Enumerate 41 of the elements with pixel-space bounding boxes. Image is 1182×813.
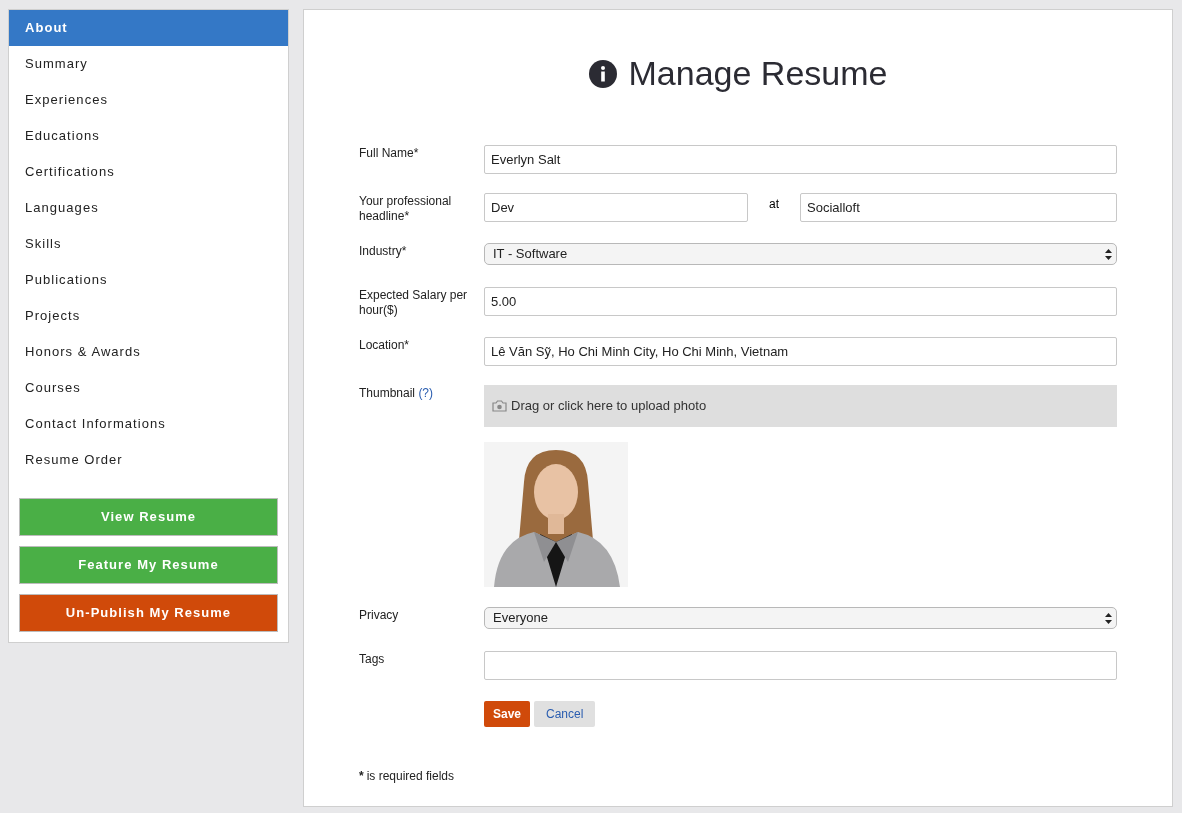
text-field[interactable]: 5.00 (484, 287, 1117, 316)
required-note: is required fields (366, 768, 455, 785)
sidebar-item[interactable]: Languages (9, 190, 288, 226)
sidebar-item[interactable]: Projects (9, 298, 288, 334)
field-label: Full Name* (359, 145, 420, 162)
text-field[interactable]: Everlyn Salt (484, 145, 1117, 174)
text-field[interactable]: Lê Văn Sỹ, Ho Chi Minh City, Ho Chi Minh, Vietnam (484, 337, 1117, 366)
text-field[interactable] (484, 651, 1117, 680)
field-label: Expected Salary per hour($) (359, 287, 469, 318)
sidebar-item[interactable]: About (9, 10, 288, 46)
sidebar-item[interactable]: Publications (9, 262, 288, 298)
sidebar-item[interactable]: Honors & Awards (9, 334, 288, 370)
page-title: Manage Resume (628, 53, 888, 94)
sidebar-item[interactable]: Contact Informations (9, 406, 288, 442)
joiner-label: at (768, 196, 780, 213)
sidebar-item[interactable]: Certifications (9, 154, 288, 190)
select-arrows-icon (1105, 248, 1112, 260)
sidebar-item[interactable]: Summary (9, 46, 288, 82)
select-field[interactable]: Everyone (484, 607, 1117, 629)
camera-icon (492, 400, 507, 412)
sidebar-item[interactable]: Courses (9, 370, 288, 406)
field-label: Industry* (359, 243, 408, 260)
text-field[interactable]: Dev (484, 193, 748, 222)
sidebar-item[interactable]: Resume Order (9, 442, 288, 478)
sidebar-item[interactable]: Skills (9, 226, 288, 262)
field-label: Tags (359, 651, 386, 668)
save-button[interactable]: Save (484, 701, 531, 727)
select-field[interactable]: IT - Software (484, 243, 1117, 265)
info-icon (588, 59, 617, 88)
required-mark: * (359, 768, 364, 785)
field-label: Privacy (359, 607, 400, 624)
text-field[interactable]: Socialloft (800, 193, 1117, 222)
upload-dropzone[interactable]: Drag or click here to upload photo (484, 385, 1117, 427)
sidebar-item[interactable]: Educations (9, 118, 288, 154)
sidebar-button[interactable]: Un-Publish My Resume (19, 594, 278, 632)
sidebar-item[interactable]: Experiences (9, 82, 288, 118)
field-label: Thumbnail (?) (359, 385, 435, 402)
field-label: Your professional headline* (359, 193, 453, 224)
cancel-button[interactable]: Cancel (534, 701, 596, 727)
select-arrows-icon (1105, 612, 1112, 624)
field-label: Location* (359, 337, 411, 354)
